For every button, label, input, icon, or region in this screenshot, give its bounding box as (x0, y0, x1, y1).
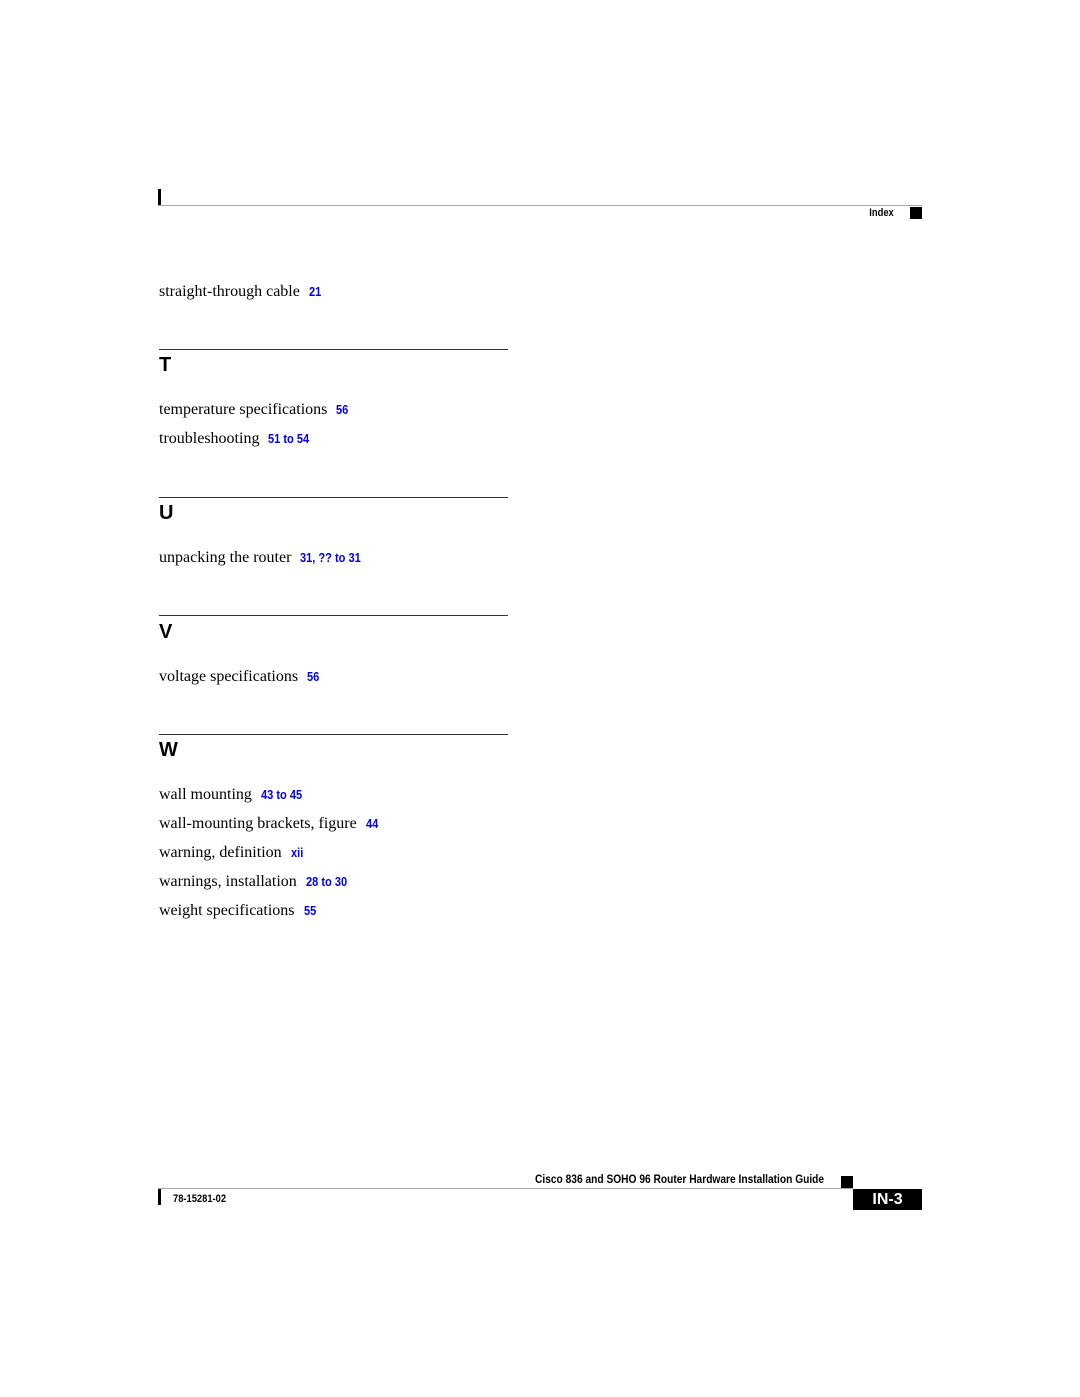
index-term: wall-mounting brackets, figure (159, 815, 357, 832)
index-term: temperature specifications (159, 401, 328, 418)
index-entry: wall mounting 43 to 45 (159, 786, 309, 804)
section-letter-w: W (159, 739, 178, 761)
footer-doc-number: 78-15281-02 (173, 1193, 227, 1205)
page-link[interactable]: 43 to 45 (261, 786, 302, 804)
page-link[interactable]: 51 to 54 (268, 430, 309, 448)
footer-guide-title: Cisco 836 and SOHO 96 Router Hardware In… (534, 1172, 824, 1186)
index-term: wall mounting (159, 786, 252, 803)
section-letter-t: T (159, 354, 172, 376)
page-link[interactable]: 55 (304, 902, 316, 920)
header-section-label: Index (869, 207, 894, 219)
section-letter-v: V (159, 621, 173, 643)
header-margin-bar (158, 189, 161, 205)
footer-margin-bar (158, 1189, 161, 1205)
footer-square-marker (841, 1176, 853, 1188)
index-entry: voltage specifications 56 (159, 668, 322, 686)
page-link[interactable]: 56 (307, 668, 319, 686)
index-term: weight specifications (159, 902, 295, 919)
index-entry: straight-through cable 21 (159, 283, 323, 301)
page-link[interactable]: 28 to 30 (306, 873, 347, 891)
section-rule-u (159, 497, 508, 498)
page-link[interactable]: 44 (366, 815, 378, 833)
index-entry: warnings, installation 28 to 30 (159, 873, 354, 891)
page-link[interactable]: xii (291, 844, 303, 862)
index-entry: weight specifications 55 (159, 902, 318, 920)
index-term: straight-through cable (159, 283, 300, 300)
page-link[interactable]: 21 (309, 283, 321, 301)
index-entry: unpacking the router 31, ?? to 31 (159, 549, 372, 567)
section-letter-u: U (159, 502, 174, 524)
section-rule-w (159, 734, 508, 735)
section-rule-v (159, 615, 508, 616)
section-rule-t (159, 349, 508, 350)
index-entry: troubleshooting 51 to 54 (159, 430, 317, 448)
page-link[interactable]: 56 (336, 401, 348, 419)
index-term: warning, definition (159, 844, 282, 861)
header-square-marker (910, 207, 922, 219)
page-link[interactable]: 31, ?? to 31 (300, 549, 361, 567)
index-term: warnings, installation (159, 873, 297, 890)
index-term: unpacking the router (159, 549, 292, 566)
index-term: voltage specifications (159, 668, 299, 685)
header-rule (158, 205, 922, 206)
index-entry: wall-mounting brackets, figure 44 (159, 815, 380, 833)
index-entry: warning, definition xii (159, 844, 305, 862)
footer-page-number: IN-3 (853, 1189, 922, 1210)
index-term: troubleshooting (159, 430, 260, 447)
index-entry: temperature specifications 56 (159, 401, 351, 419)
footer-rule (158, 1188, 853, 1189)
